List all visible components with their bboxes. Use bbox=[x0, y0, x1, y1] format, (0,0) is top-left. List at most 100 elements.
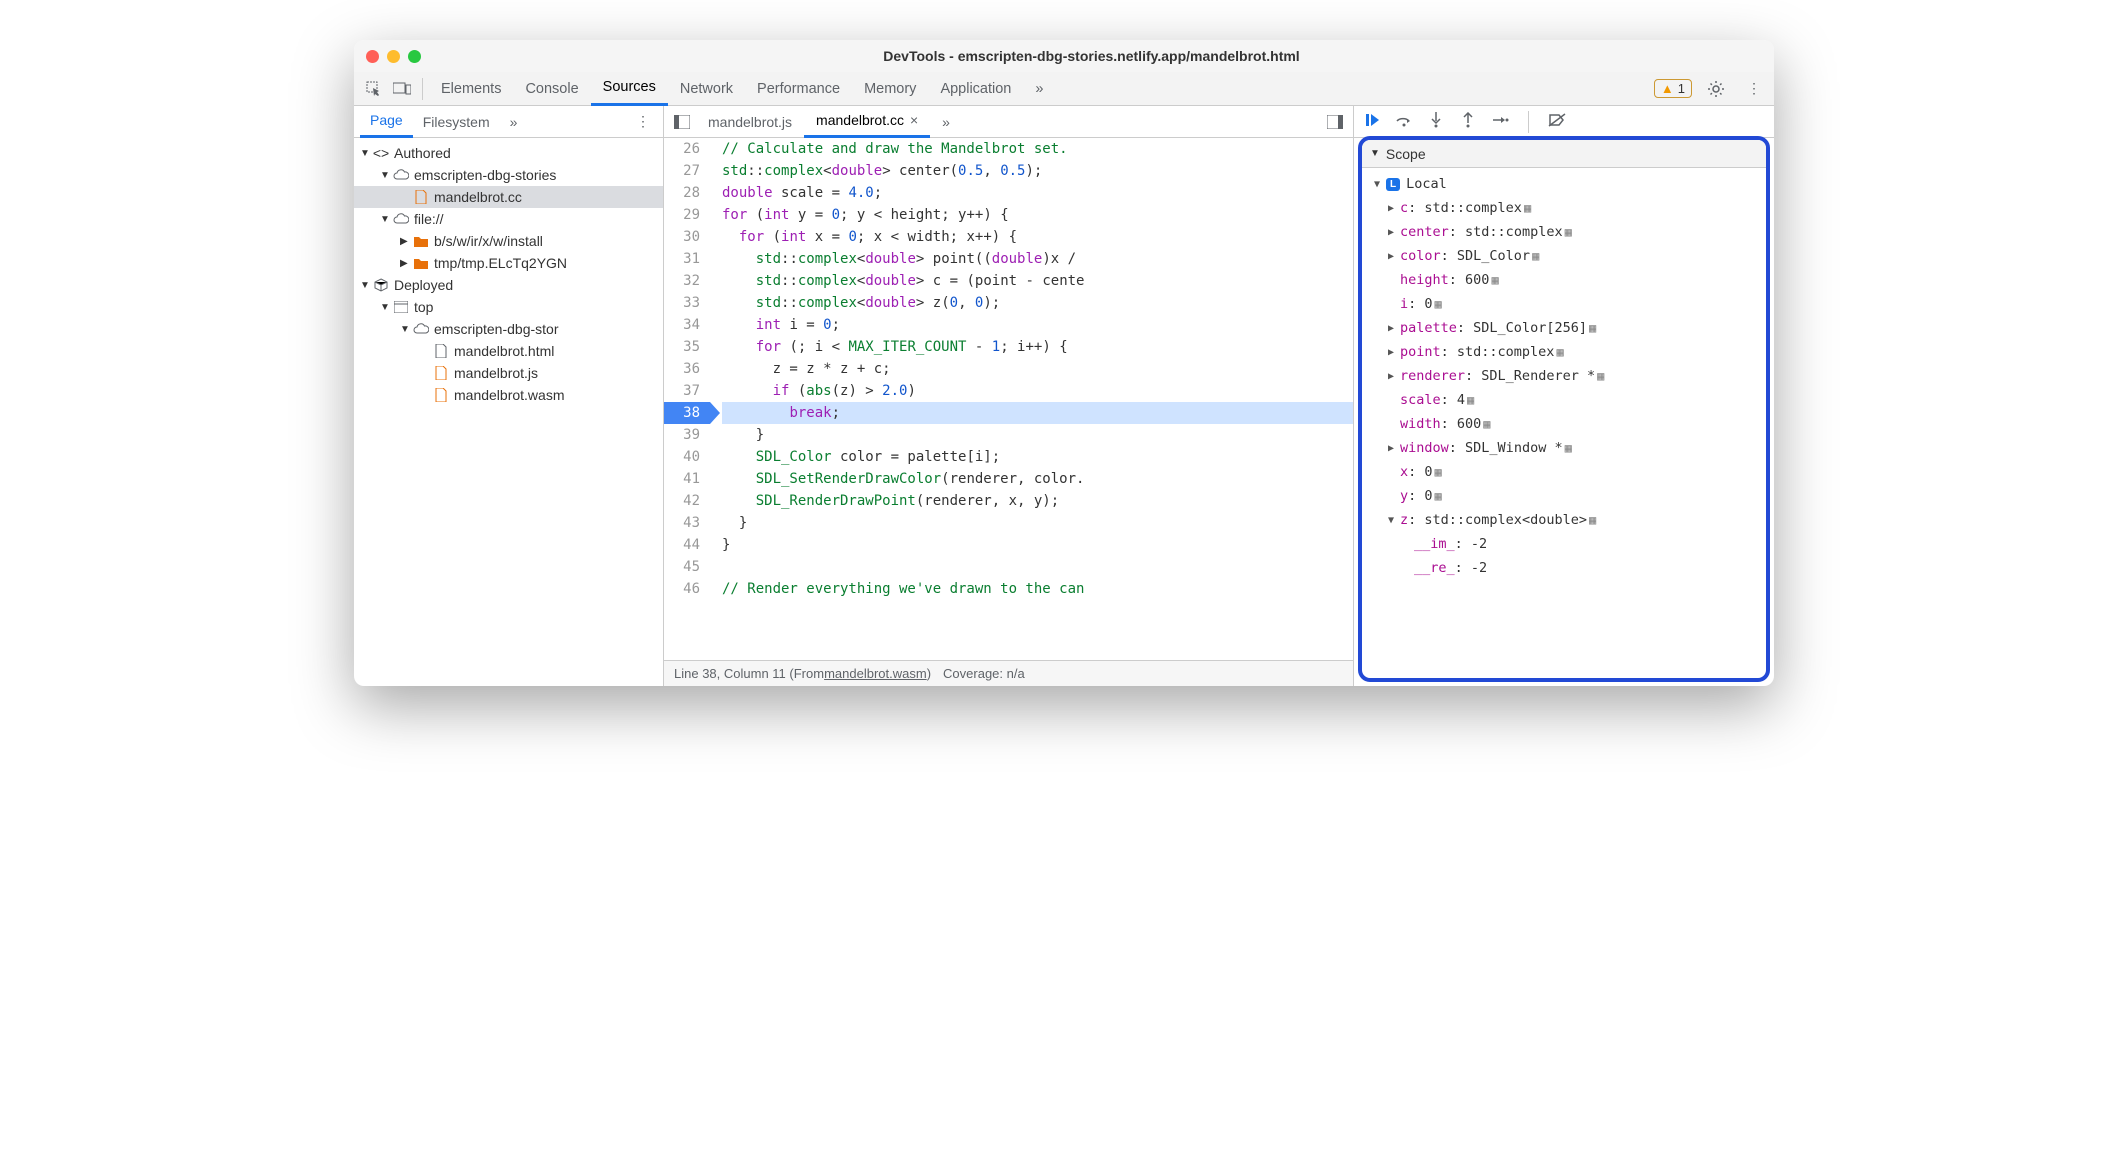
filetab-mandelbrot-cc[interactable]: mandelbrot.cc × bbox=[804, 106, 930, 138]
scope-var-center[interactable]: ▶center: std::complex▦ bbox=[1366, 220, 1766, 244]
memory-icon[interactable]: ▦ bbox=[1532, 249, 1539, 263]
file-icon bbox=[432, 388, 450, 402]
scope-var-z-re[interactable]: __re_: -2 bbox=[1366, 556, 1766, 580]
step-out-icon[interactable] bbox=[1458, 112, 1478, 131]
scope-var-height[interactable]: height: 600▦ bbox=[1366, 268, 1766, 292]
separator bbox=[1528, 111, 1529, 133]
file-tabbar: mandelbrot.js mandelbrot.cc × » bbox=[664, 106, 1353, 138]
memory-icon[interactable]: ▦ bbox=[1565, 441, 1572, 455]
tab-more[interactable]: » bbox=[1023, 72, 1055, 106]
scope-var-z[interactable]: ▼ z: std::complex<double>▦ bbox=[1366, 508, 1766, 532]
device-toolbar-icon[interactable] bbox=[388, 75, 416, 103]
scope-local-group[interactable]: ▼ L Local bbox=[1366, 172, 1766, 196]
tab-network[interactable]: Network bbox=[668, 72, 745, 106]
memory-icon[interactable]: ▦ bbox=[1435, 489, 1442, 503]
minimize-window-button[interactable] bbox=[387, 50, 400, 63]
memory-icon[interactable]: ▦ bbox=[1589, 321, 1596, 335]
scope-var-point[interactable]: ▶point: std::complex▦ bbox=[1366, 340, 1766, 364]
editor-statusbar: Line 38, Column 11 (From mandelbrot.wasm… bbox=[664, 660, 1353, 686]
code-editor[interactable]: 2627282930313233343536373839404142434445… bbox=[664, 138, 1353, 660]
cursor-position: Line 38, Column 11 bbox=[674, 666, 786, 681]
memory-icon[interactable]: ▦ bbox=[1435, 297, 1442, 311]
scope-var-c[interactable]: ▶c: std::complex▦ bbox=[1366, 196, 1766, 220]
tree-folder-install[interactable]: ▶ b/s/w/ir/x/w/install bbox=[354, 230, 663, 252]
memory-icon[interactable]: ▦ bbox=[1589, 513, 1596, 527]
debugger-sidebar: ▼ Scope ▼ L Local ▶c: std::complex▦▶cent… bbox=[1354, 106, 1774, 686]
local-badge-icon: L bbox=[1386, 178, 1400, 191]
scope-var-i[interactable]: i: 0▦ bbox=[1366, 292, 1766, 316]
tree-cloud-deployed[interactable]: ▼ emscripten-dbg-stor bbox=[354, 318, 663, 340]
tab-console[interactable]: Console bbox=[513, 72, 590, 106]
deactivate-breakpoints-icon[interactable] bbox=[1547, 113, 1567, 130]
main-toolbar: Elements Console Sources Network Perform… bbox=[354, 72, 1774, 106]
close-tab-icon[interactable]: × bbox=[910, 112, 918, 128]
tab-memory[interactable]: Memory bbox=[852, 72, 928, 106]
tree-file-wasm[interactable]: mandelbrot.wasm bbox=[354, 384, 663, 406]
navtab-more[interactable]: » bbox=[500, 106, 528, 138]
step-over-icon[interactable] bbox=[1394, 113, 1414, 130]
tree-file-js[interactable]: mandelbrot.js bbox=[354, 362, 663, 384]
navtab-page[interactable]: Page bbox=[360, 106, 413, 138]
tab-performance[interactable]: Performance bbox=[745, 72, 852, 106]
step-into-icon[interactable] bbox=[1426, 112, 1446, 131]
coverage-status: Coverage: n/a bbox=[943, 666, 1025, 681]
tree-folder-tmp[interactable]: ▶ tmp/tmp.ELcTq2YGN bbox=[354, 252, 663, 274]
filetab-mandelbrot-js[interactable]: mandelbrot.js bbox=[696, 106, 804, 138]
file-icon bbox=[432, 366, 450, 380]
scope-var-scale[interactable]: scale: 4▦ bbox=[1366, 388, 1766, 412]
tree-file-protocol[interactable]: ▼ file:// bbox=[354, 208, 663, 230]
memory-icon[interactable]: ▦ bbox=[1556, 345, 1563, 359]
scope-var-y[interactable]: y: 0▦ bbox=[1366, 484, 1766, 508]
folder-icon bbox=[412, 257, 430, 269]
file-icon bbox=[412, 190, 430, 204]
memory-icon[interactable]: ▦ bbox=[1565, 225, 1572, 239]
line-gutter[interactable]: 2627282930313233343536373839404142434445… bbox=[664, 138, 710, 660]
close-window-button[interactable] bbox=[366, 50, 379, 63]
navigator-tabs: Page Filesystem » ⋮ bbox=[354, 106, 663, 138]
sourcemap-link[interactable]: mandelbrot.wasm bbox=[824, 666, 927, 681]
memory-icon[interactable]: ▦ bbox=[1524, 201, 1531, 215]
tree-file-html[interactable]: mandelbrot.html bbox=[354, 340, 663, 362]
memory-icon[interactable]: ▦ bbox=[1467, 393, 1474, 407]
file-icon bbox=[432, 344, 450, 358]
scope-var-color[interactable]: ▶color: SDL_Color▦ bbox=[1366, 244, 1766, 268]
scope-var-palette[interactable]: ▶palette: SDL_Color[256]▦ bbox=[1366, 316, 1766, 340]
navtab-kebab-icon[interactable]: ⋮ bbox=[629, 108, 657, 136]
memory-icon[interactable]: ▦ bbox=[1491, 273, 1498, 287]
scope-var-renderer[interactable]: ▶renderer: SDL_Renderer *▦ bbox=[1366, 364, 1766, 388]
scope-var-z-im[interactable]: __im_: -2 bbox=[1366, 532, 1766, 556]
brackets-icon: <> bbox=[372, 145, 390, 161]
scope-header[interactable]: ▼ Scope bbox=[1362, 140, 1766, 168]
scope-var-window[interactable]: ▶window: SDL_Window *▦ bbox=[1366, 436, 1766, 460]
scope-var-x[interactable]: x: 0▦ bbox=[1366, 460, 1766, 484]
settings-icon[interactable] bbox=[1702, 75, 1730, 103]
devtools-window: DevTools - emscripten-dbg-stories.netlif… bbox=[354, 40, 1774, 686]
tree-cloud-host[interactable]: ▼ emscripten-dbg-stories bbox=[354, 164, 663, 186]
toggle-navigator-icon[interactable] bbox=[668, 108, 696, 136]
memory-icon[interactable]: ▦ bbox=[1435, 465, 1442, 479]
inspect-element-icon[interactable] bbox=[360, 75, 388, 103]
scope-body: ▼ L Local ▶c: std::complex▦▶center: std:… bbox=[1362, 168, 1766, 678]
kebab-menu-icon[interactable]: ⋮ bbox=[1740, 75, 1768, 103]
toggle-debugger-icon[interactable] bbox=[1321, 108, 1349, 136]
scope-var-width[interactable]: width: 600▦ bbox=[1366, 412, 1766, 436]
step-icon[interactable] bbox=[1490, 114, 1510, 129]
resume-icon[interactable] bbox=[1362, 112, 1382, 131]
tree-file-mandelbrot-cc[interactable]: mandelbrot.cc bbox=[354, 186, 663, 208]
tab-elements[interactable]: Elements bbox=[429, 72, 513, 106]
issues-badge[interactable]: ▲ 1 bbox=[1654, 79, 1692, 98]
memory-icon[interactable]: ▦ bbox=[1483, 417, 1490, 431]
filetab-more[interactable]: » bbox=[930, 106, 962, 138]
cloud-icon bbox=[412, 323, 430, 335]
code-content[interactable]: // Calculate and draw the Mandelbrot set… bbox=[710, 138, 1353, 660]
tab-sources[interactable]: Sources bbox=[591, 72, 668, 106]
tree-authored[interactable]: ▼ <> Authored bbox=[354, 142, 663, 164]
zoom-window-button[interactable] bbox=[408, 50, 421, 63]
debug-toolbar bbox=[1354, 106, 1774, 138]
warning-icon: ▲ bbox=[1661, 81, 1674, 96]
navtab-filesystem[interactable]: Filesystem bbox=[413, 106, 500, 138]
tab-application[interactable]: Application bbox=[928, 72, 1023, 106]
tree-top-frame[interactable]: ▼ top bbox=[354, 296, 663, 318]
memory-icon[interactable]: ▦ bbox=[1597, 369, 1604, 383]
tree-deployed[interactable]: ▼ Deployed bbox=[354, 274, 663, 296]
